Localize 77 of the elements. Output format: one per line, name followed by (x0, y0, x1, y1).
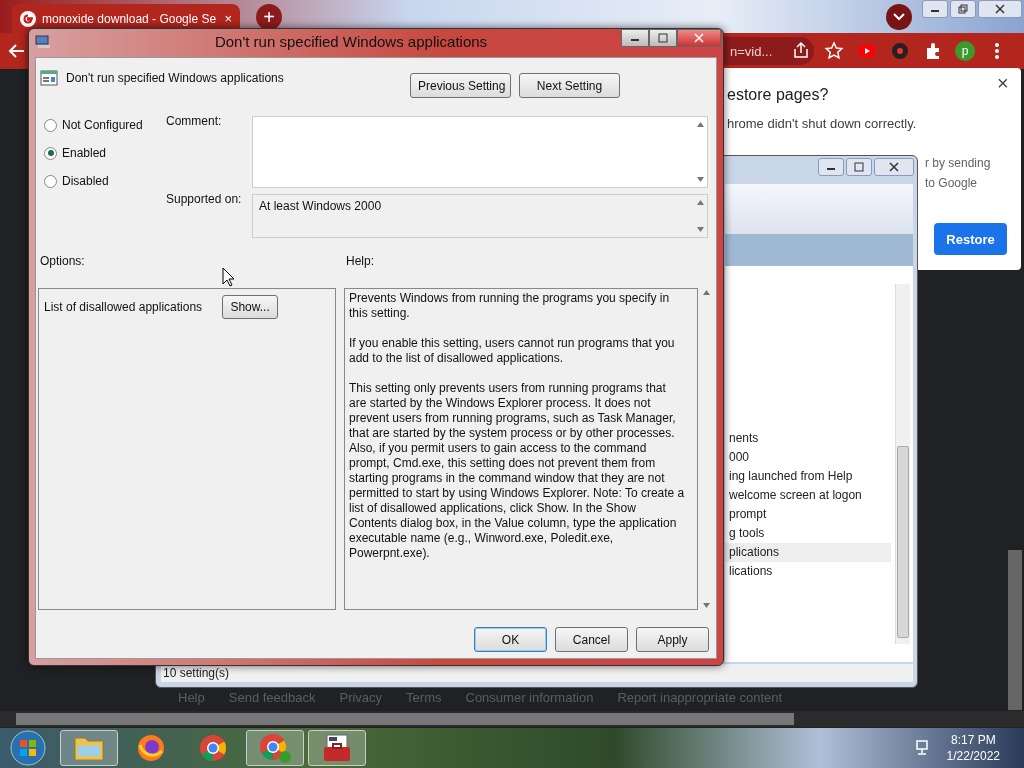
list-item[interactable]: g tools (725, 524, 891, 543)
start-button[interactable] (8, 728, 48, 768)
computer-icon (35, 35, 51, 49)
close-button[interactable] (874, 158, 914, 176)
dialog-button[interactable]: OK (474, 627, 547, 652)
close-icon (995, 4, 1005, 14)
help-paragraph: This setting only prevents users from running programs that are started by the Windows Explorer process. It does not prevent users from running programs, such as Task Manager, that are started by the system process or by other processes. Also, if you permit users to gain access to the command prompt, Cmd.exe, this setting does not prevent them from starting programs in the command window that they are not permitted to start by using Windows Explorer. Note: To create a list of disallowed applications, click Show. In the Show Contents dialog box, in the Value column, type the application executable name (e.g., Winword.exe, Poledit.exe, Powerpnt.exe). (349, 381, 685, 561)
clock[interactable]: 8:17 PM 1/22/2022 (946, 732, 1000, 764)
list-item[interactable]: welcome screen at logon (725, 486, 891, 505)
scroll-up-arrow-icon[interactable] (696, 200, 704, 205)
popup-note: to Google (925, 176, 978, 190)
maximize-icon (854, 162, 864, 172)
google-icon (20, 10, 36, 27)
supported-field: At least Windows 2000 (252, 194, 708, 238)
chevron-down-icon (893, 13, 905, 21)
chrome-profile-icon (258, 732, 292, 764)
list-item[interactable]: plications (725, 543, 891, 562)
star-icon[interactable] (823, 40, 845, 62)
radio-indicator[interactable] (44, 174, 57, 188)
help-paragraph: If you enable this setting, users cannot run programs that you add to the list of disallowed applications. (349, 336, 676, 366)
scroll-down-arrow-icon[interactable] (696, 227, 704, 232)
status-bar: 10 setting(s) (161, 664, 913, 682)
radio-indicator[interactable] (44, 146, 57, 160)
scrollbar-thumb[interactable] (16, 713, 794, 725)
show-button[interactable]: Show... (222, 295, 279, 319)
comment-label: Comment: (166, 114, 222, 128)
scrollbar-thumb[interactable] (897, 446, 909, 638)
popup-title: estore pages? (727, 86, 829, 104)
folder-icon (73, 734, 105, 762)
options-label: Options: (40, 254, 85, 268)
mouse-cursor-icon (222, 267, 234, 287)
popup-note: r by sending (925, 156, 991, 170)
toolbox-icon (321, 733, 353, 763)
scroll-up-arrow-icon[interactable] (702, 290, 710, 295)
maximize-button[interactable] (649, 29, 677, 47)
option-label: List of disallowed applications (44, 300, 203, 314)
list-item[interactable]: prompt (725, 505, 891, 524)
scroll-down-arrow-icon[interactable] (702, 603, 710, 608)
supported-label: Supported on: (166, 192, 242, 206)
minimize-button[interactable] (922, 0, 948, 18)
list-item[interactable]: nents (725, 429, 891, 448)
close-icon (694, 33, 704, 43)
close-icon (889, 162, 899, 172)
fox-globe-icon (136, 733, 166, 763)
minimize-button[interactable] (818, 158, 844, 176)
maximize-icon (658, 33, 668, 43)
policy-heading: Don't run specified Windows applications (66, 71, 284, 85)
scroll-down-arrow-icon[interactable] (696, 177, 704, 182)
dialog-button[interactable]: Cancel (555, 627, 628, 652)
restore-icon (958, 4, 968, 14)
minimize-button[interactable] (621, 29, 649, 47)
window-title: Don't run specified Windows applications (213, 33, 489, 50)
comment-field[interactable] (252, 116, 708, 188)
nav-button[interactable]: Previous Setting (410, 73, 511, 98)
scroll-up-arrow-icon[interactable] (696, 122, 704, 127)
taskbar-app-button[interactable] (308, 730, 366, 766)
policy-icon (40, 70, 58, 86)
radio-option[interactable]: Enabled (44, 146, 143, 160)
list-item[interactable]: 000 (725, 448, 891, 467)
nav-button[interactable]: Next Setting (519, 73, 620, 98)
address-bar[interactable]: n=vid... (724, 37, 814, 65)
help-label: Help: (346, 254, 374, 268)
chrome-icon (198, 733, 228, 763)
radio-option[interactable]: Disabled (44, 174, 143, 188)
dialog-button[interactable]: Apply (636, 627, 709, 652)
help-paragraph: Prevents Windows from running the programs you specify in this setting. (349, 291, 671, 321)
close-button[interactable]: × (997, 72, 1009, 95)
scrollbar-thumb[interactable] (1008, 550, 1022, 710)
record-icon[interactable] (889, 40, 911, 62)
radio-indicator[interactable] (44, 118, 57, 132)
restore-button[interactable]: Restore (934, 223, 1007, 255)
popup-message: hrome didn't shut down correctly. (727, 116, 917, 131)
list-item[interactable]: lications (725, 562, 891, 581)
list-item[interactable]: ing launched from Help (725, 467, 891, 486)
restore-button[interactable] (950, 0, 976, 18)
back-arrow-icon[interactable] (8, 42, 26, 60)
radio-option[interactable]: Not Configured (44, 118, 143, 132)
